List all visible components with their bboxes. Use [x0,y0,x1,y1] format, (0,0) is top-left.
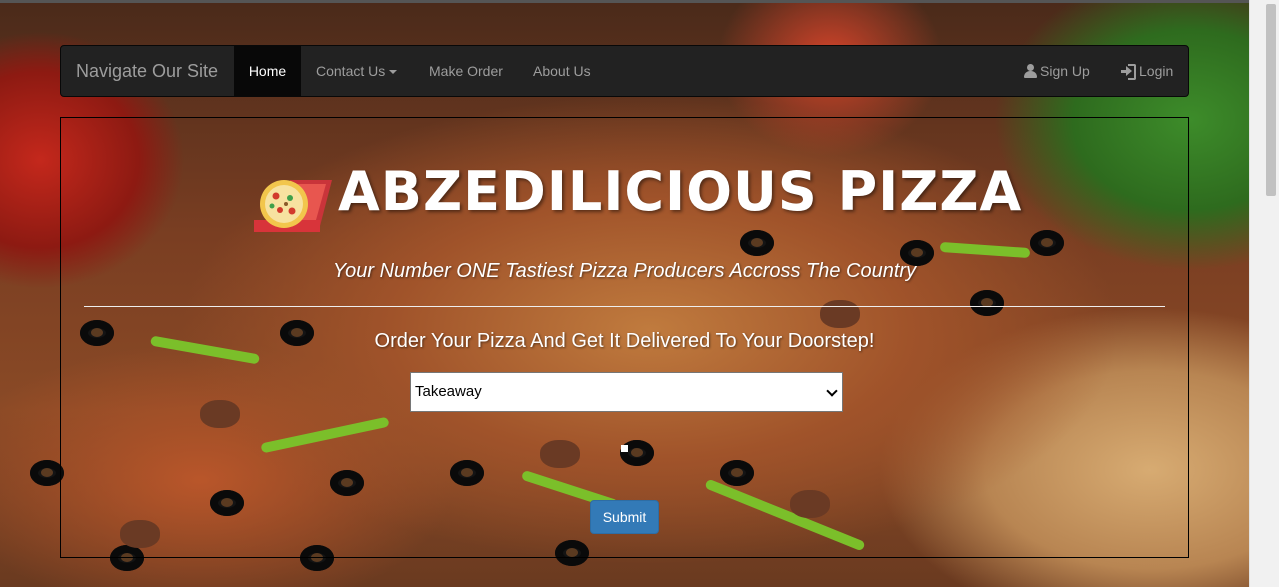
delivery-type-selected-value: Takeaway [415,383,482,400]
page-scrollbar[interactable] [1249,0,1279,587]
top-navbar: Navigate Our Site Home Contact Us Make O… [60,45,1189,97]
login-icon [1121,64,1136,80]
nav-make-order[interactable]: Make Order [429,46,503,96]
hero-divider [84,306,1165,307]
nav-sign-up-label: Sign Up [1040,63,1090,79]
order-heading: Order Your Pizza And Get It Delivered To… [374,330,875,352]
site-title: ABZEDILICIOUS PIZZA [338,160,1023,223]
nav-login-label: Login [1139,63,1174,79]
caret-down-icon [389,70,398,75]
navbar-brand[interactable]: Navigate Our Site [76,46,218,96]
user-icon [1023,64,1037,78]
nav-login[interactable]: Login [1121,46,1173,96]
pizza-box-icon [254,180,332,232]
submit-button[interactable]: Submit [590,500,659,534]
site-tagline: Your Number ONE Tastiest Pizza Producers… [332,260,917,282]
window-top-border [0,0,1279,3]
nav-contact-us-label: Contact Us [316,63,386,79]
nav-sign-up[interactable]: Sign Up [1023,46,1090,96]
nav-contact-us-dropdown[interactable]: Contact Us [316,46,398,96]
nav-home[interactable]: Home [234,46,301,96]
chevron-down-icon [826,385,838,397]
delivery-type-select[interactable]: Takeaway [410,372,843,412]
scrollbar-thumb[interactable] [1266,4,1276,196]
nav-about-us[interactable]: About Us [533,46,591,96]
small-checkbox[interactable] [621,445,628,452]
